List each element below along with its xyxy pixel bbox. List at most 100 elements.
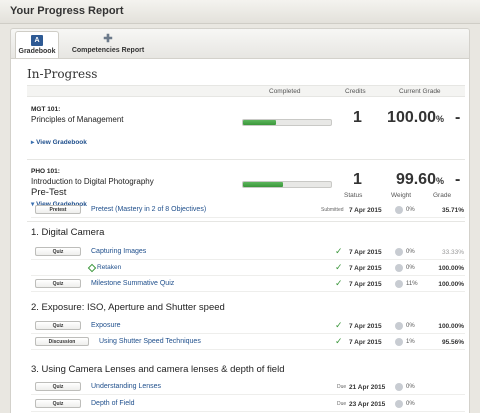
item-grade: 100.00% [438, 265, 464, 272]
course-code: PHO 101: [31, 168, 60, 175]
item-date: 7 Apr 2015 [349, 207, 382, 214]
item-grade: 100.00% [438, 323, 464, 330]
tab-competencies-report[interactable]: ✚ Competencies Report [63, 31, 153, 59]
item-weight: 0% [406, 265, 415, 271]
item-type-badge: Pretest [35, 205, 81, 214]
weight-pie-icon [395, 383, 403, 391]
item-date: 7 Apr 2015 [349, 265, 382, 272]
item-date: 7 Apr 2015 [349, 249, 382, 256]
item-type-badge: Quiz [35, 382, 81, 391]
weight-pie-icon [395, 400, 403, 408]
retake-icon [87, 263, 97, 273]
item-date: 7 Apr 2015 [349, 281, 382, 288]
tab-gradebook[interactable]: A Gradebook [15, 31, 59, 59]
item-link[interactable]: Pretest (Mastery in 2 of 8 Objectives) [91, 206, 206, 213]
item-weight: 0% [406, 384, 415, 390]
course-credits: 1 [353, 109, 362, 126]
unit-title: 3. Using Camera Lenses and camera lenses… [31, 364, 285, 375]
top-bar: Your Progress Report [0, 0, 480, 24]
item-type-badge: Quiz [35, 399, 81, 408]
retaken-link[interactable]: Retaken [97, 264, 121, 271]
item-type-badge: Quiz [35, 247, 81, 256]
weight-pie-icon [395, 322, 403, 330]
list-item: Quiz Milestone Summative Quiz ✓ 7 Apr 20… [31, 276, 465, 292]
list-item: Quiz Exposure ✓ 7 Apr 2015 0% 100.00% [31, 318, 465, 334]
progress-panel: In-Progress Completed Credits Current Gr… [10, 58, 470, 413]
course-row: MGT 101: Principles of Management View G… [27, 98, 465, 160]
progress-fill [243, 120, 276, 125]
column-current-grade: Current Grade [399, 88, 441, 95]
progress-bar [242, 181, 332, 188]
item-grade: 35.71% [441, 207, 464, 214]
unit-title: Pre-Test [31, 187, 67, 198]
item-date: 21 Apr 2015 [349, 384, 386, 391]
item-weight: 0% [406, 207, 415, 213]
course-table-header: Completed Credits Current Grade [27, 85, 465, 97]
item-grade: 33.33% [441, 249, 464, 256]
tab-competencies-label: Competencies Report [71, 47, 145, 54]
item-type-badge: Discussion [35, 337, 89, 346]
item-grade: 100.00% [438, 281, 464, 288]
unit-title: 2. Exposure: ISO, Aperture and Shutter s… [31, 302, 225, 313]
item-status: Submitted [321, 207, 344, 213]
list-item: Quiz Understanding Lenses Due 21 Apr 201… [31, 379, 465, 395]
course-name: Principles of Management [31, 115, 124, 124]
course-grade: 99.60% [395, 171, 444, 188]
column-status: Status [344, 192, 363, 199]
check-icon: ✓ [335, 262, 343, 272]
item-status: Due [337, 401, 347, 407]
course-code: MGT 101: [31, 106, 61, 113]
list-item: Pretest Pretest (Mastery in 2 of 8 Objec… [31, 202, 465, 218]
letter-grade: - [455, 171, 461, 188]
check-icon: ✓ [335, 320, 343, 330]
item-weight: 1% [406, 339, 415, 345]
item-type-badge: Quiz [35, 321, 81, 330]
column-grade: Grade [433, 192, 452, 199]
item-status: Due [337, 384, 347, 390]
column-completed: Completed [269, 88, 301, 95]
progress-bar [242, 119, 332, 126]
weight-pie-icon [395, 338, 403, 346]
page-title: Your Progress Report [10, 5, 124, 17]
list-item: Discussion Using Shutter Speed Technique… [31, 334, 465, 350]
course-credits: 1 [353, 171, 362, 188]
gradebook-icon: A [31, 35, 43, 46]
unit-title: 1. Digital Camera [31, 227, 105, 238]
item-date: 7 Apr 2015 [349, 339, 382, 346]
column-weight: Weight [391, 192, 412, 199]
weight-pie-icon [395, 280, 403, 288]
item-weight: 0% [406, 249, 415, 255]
list-item: Retaken ✓ 7 Apr 2015 0% 100.00% [31, 260, 465, 276]
course-grade: 100.00% [387, 109, 444, 126]
item-date: 7 Apr 2015 [349, 323, 382, 330]
check-icon: ✓ [335, 278, 343, 288]
tab-bar: A Gradebook ✚ Competencies Report [10, 28, 470, 59]
item-link[interactable]: Capturing Images [91, 248, 146, 255]
section-title: In-Progress [27, 67, 98, 81]
tab-gradebook-label: Gradebook [18, 48, 56, 55]
check-icon: ✓ [335, 336, 343, 346]
item-type-badge: Quiz [35, 279, 81, 288]
letter-grade: - [455, 109, 461, 126]
item-link[interactable]: Exposure [91, 322, 121, 329]
weight-pie-icon [395, 264, 403, 272]
list-item: Quiz Capturing Images ✓ 7 Apr 2015 0% 33… [31, 244, 465, 260]
item-weight: 0% [406, 323, 415, 329]
item-link[interactable]: Milestone Summative Quiz [91, 280, 174, 287]
puzzle-icon: ✚ [103, 33, 113, 45]
item-date: 23 Apr 2015 [349, 401, 386, 408]
item-grade: 95.56% [441, 339, 464, 346]
check-icon: ✓ [335, 246, 343, 256]
item-link[interactable]: Depth of Field [91, 400, 135, 407]
weight-pie-icon [395, 248, 403, 256]
course-name: Introduction to Digital Photography [31, 177, 154, 186]
list-item: Quiz Depth of Field Due 23 Apr 2015 0% [31, 396, 465, 412]
item-link[interactable]: Using Shutter Speed Techniques [99, 338, 201, 345]
view-gradebook-link[interactable]: View Gradebook [31, 138, 87, 146]
column-credits: Credits [345, 88, 366, 95]
weight-pie-icon [395, 206, 403, 214]
item-weight: 0% [406, 401, 415, 407]
progress-fill [243, 182, 283, 187]
item-link[interactable]: Understanding Lenses [91, 383, 161, 390]
item-weight: 11% [406, 281, 418, 287]
